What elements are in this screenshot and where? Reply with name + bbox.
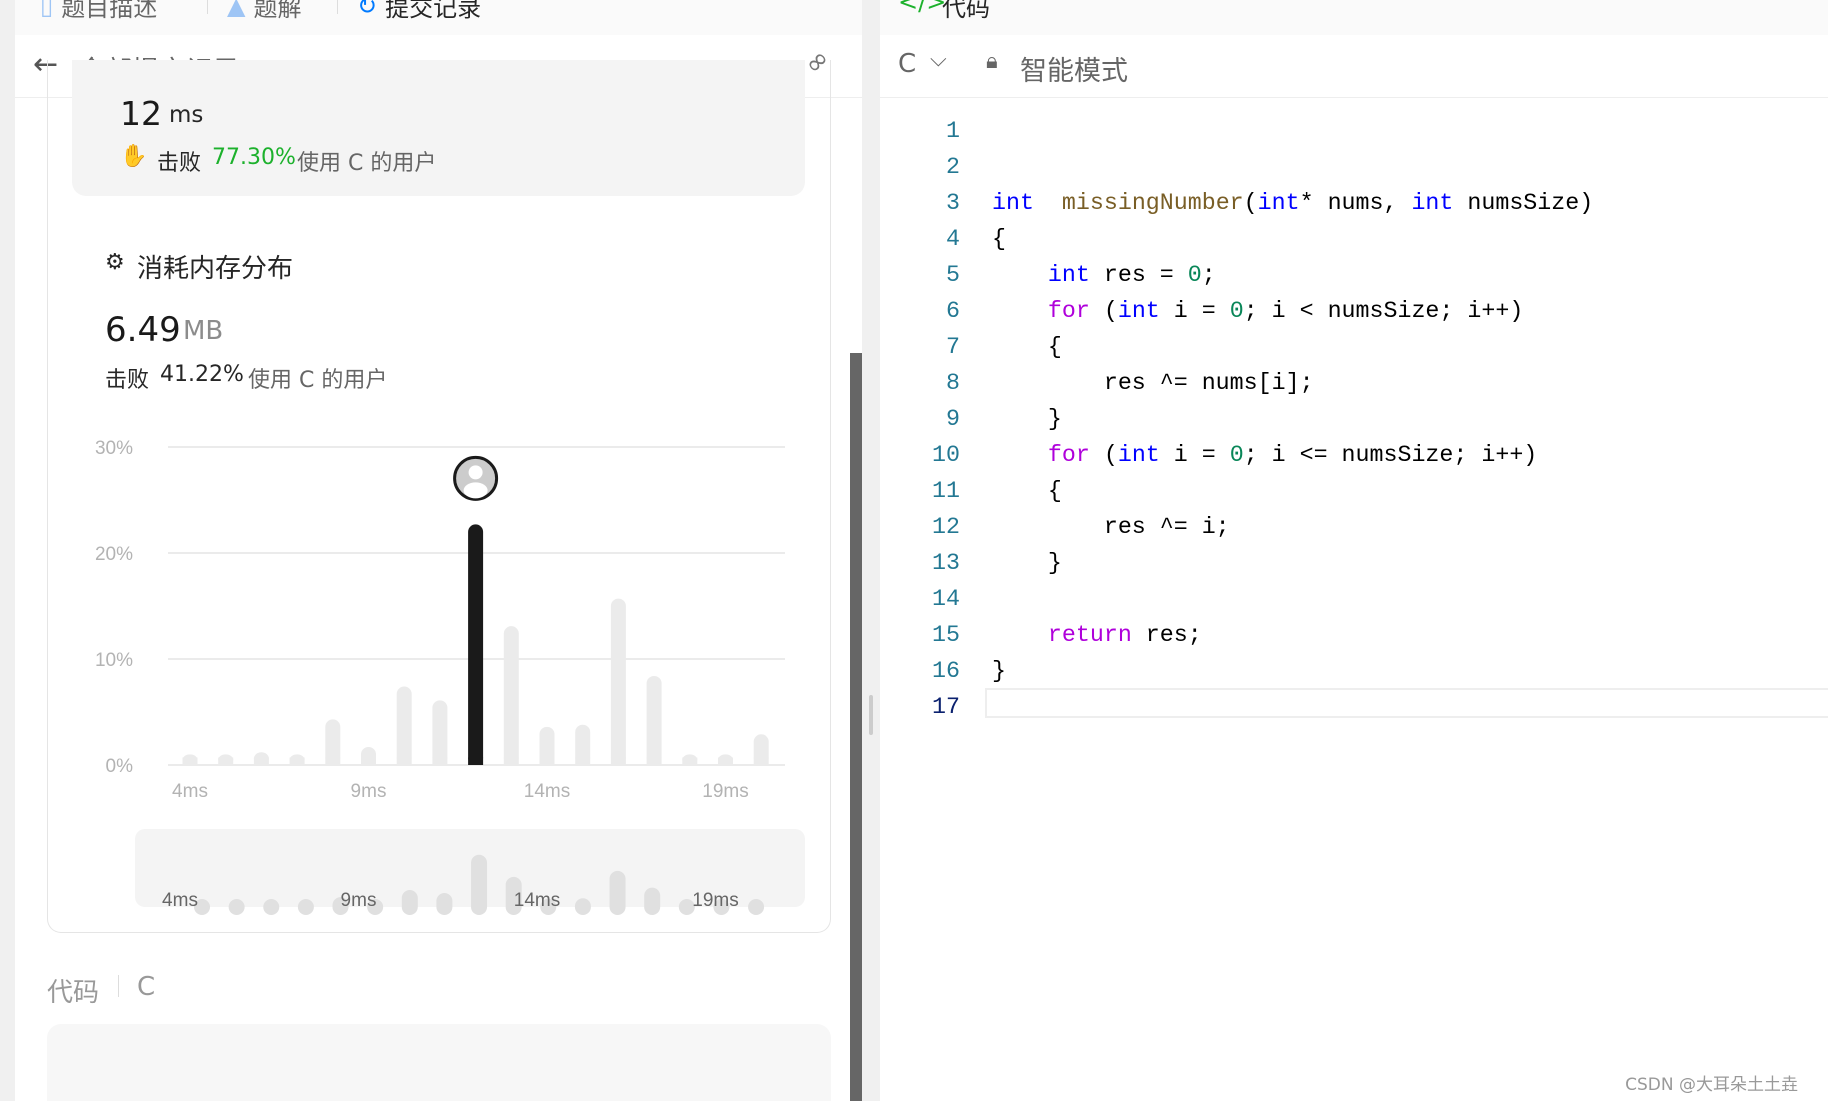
line-number: 10 xyxy=(932,442,960,468)
code-line[interactable]: res ^= nums[i]; xyxy=(992,370,1314,396)
minimap-bar xyxy=(297,899,314,915)
line-number: 6 xyxy=(946,298,960,324)
code-section-lang: C xyxy=(137,972,156,1002)
line-number: 2 xyxy=(946,154,960,180)
line-number: 13 xyxy=(932,550,960,576)
minimap-bar xyxy=(609,870,626,915)
minimap-bar xyxy=(263,899,280,915)
line-number: 9 xyxy=(946,406,960,432)
line-number: 15 xyxy=(932,622,960,648)
code-line[interactable]: } xyxy=(992,550,1062,576)
minimap-bar xyxy=(401,889,418,915)
code-line[interactable]: for (int i = 0; i <= numsSize; i++) xyxy=(992,442,1537,468)
code-line[interactable]: int res = 0; xyxy=(992,262,1216,288)
line-number: 5 xyxy=(946,262,960,288)
right-tab-bar: </> 代码 xyxy=(880,0,1828,35)
code-line[interactable]: { xyxy=(992,334,1062,360)
code-line[interactable]: { xyxy=(992,478,1062,504)
minimap-tick-label: 14ms xyxy=(514,890,560,911)
code-icon: </> xyxy=(898,0,947,16)
line-number: 12 xyxy=(932,514,960,540)
current-line-highlight xyxy=(985,688,1828,718)
minimap-bar xyxy=(471,854,488,915)
minimap-bar xyxy=(228,899,245,915)
left-panel: ▯题目描述 ▲题解 ↻提交记录 ← 全部提交记录 ∞ 12 ms ✋ 击败 77… xyxy=(15,0,862,1101)
code-line[interactable]: for (int i = 0; i < numsSize; i++) xyxy=(992,298,1523,324)
code-editor[interactable]: 1 2 3 int missingNumber(int* nums, int nums… xyxy=(880,98,1828,1101)
mode-label[interactable]: 智能模式 xyxy=(1020,49,1128,88)
minimap-bar xyxy=(436,892,453,915)
minimap-tick-label: 4ms xyxy=(162,890,198,911)
line-number: 16 xyxy=(932,658,960,684)
line-number: 8 xyxy=(946,370,960,396)
chevron-down-icon[interactable]: ⌵ xyxy=(930,47,947,72)
tab-code[interactable]: 代码 xyxy=(942,0,990,23)
line-number: 1 xyxy=(946,118,960,144)
code-section-label: 代码 xyxy=(47,978,100,1008)
line-number: 7 xyxy=(946,334,960,360)
editor-toolbar: C ⌵ 🔒︎ 智能模式 xyxy=(880,35,1828,98)
code-editor-panel: </> 代码 C ⌵ 🔒︎ 智能模式 1 2 3 int missingNumber(… xyxy=(880,0,1828,1101)
code-line[interactable]: return res; xyxy=(992,622,1202,648)
line-number: 11 xyxy=(932,478,960,504)
minimap-tick-label: 19ms xyxy=(692,890,738,911)
panel-resize-handle[interactable] xyxy=(862,0,880,1101)
code-line[interactable]: { xyxy=(992,226,1006,252)
watermark: CSDN @大耳朵土土垚 xyxy=(1625,1075,1798,1095)
minimap-bars: 4ms 9ms 14ms 19ms xyxy=(162,854,765,915)
minimap-bar xyxy=(574,898,591,915)
minimap-bar xyxy=(748,899,765,915)
language-select[interactable]: C xyxy=(898,49,916,79)
line-number: 3 xyxy=(946,190,960,216)
code-line[interactable]: } xyxy=(992,406,1062,432)
line-number: 4 xyxy=(946,226,960,252)
lock-icon: 🔒︎ xyxy=(986,49,998,74)
divider xyxy=(118,975,119,997)
left-scrollbar[interactable] xyxy=(850,353,862,1101)
code-line[interactable]: } xyxy=(992,658,1006,684)
code-line[interactable]: int missingNumber(int* nums, int numsSiz… xyxy=(992,190,1593,216)
grip-handle[interactable] xyxy=(869,695,873,735)
line-number: 14 xyxy=(932,586,960,612)
line-number: 17 xyxy=(932,694,960,720)
submitted-code-box xyxy=(47,1024,831,1101)
code-line[interactable]: res ^= i; xyxy=(992,514,1230,540)
minimap-bar xyxy=(644,887,661,915)
minimap-tick-label: 9ms xyxy=(341,890,377,911)
